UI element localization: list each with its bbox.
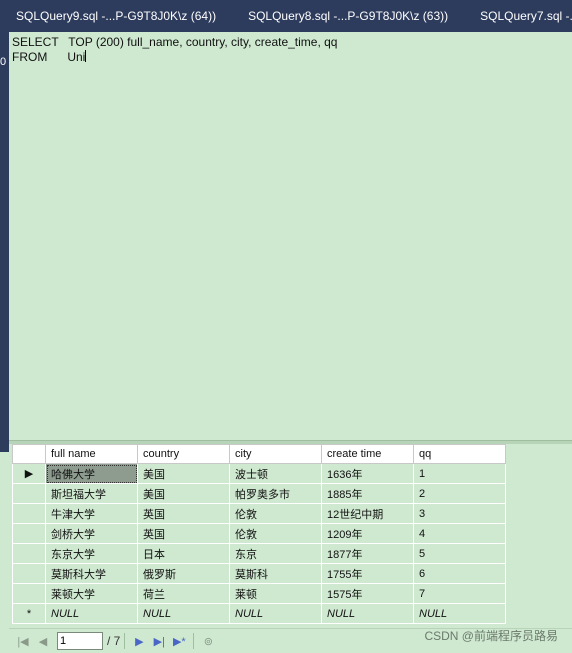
column-header-qq[interactable]: qq (413, 444, 506, 464)
grid-cell[interactable]: 波士顿 (229, 463, 322, 484)
grid-cell[interactable]: 牛津大学 (45, 503, 138, 524)
tab-sqlquery7[interactable]: SQLQuery7.sql -...P-G9 (464, 9, 572, 23)
grid-cell[interactable]: 1209年 (321, 523, 414, 544)
table-row[interactable]: 剑桥大学 英国 伦敦 1209年 4 (12, 523, 506, 544)
text-caret (85, 50, 87, 62)
table-row[interactable]: 莫斯科大学 俄罗斯 莫斯科 1755年 6 (12, 563, 506, 584)
stop-icon[interactable]: ⊚ (198, 635, 218, 648)
new-row[interactable]: * NULL NULL NULL NULL NULL (12, 603, 506, 624)
grid-cell[interactable]: 斯坦福大学 (45, 483, 138, 504)
grid-cell[interactable]: 4 (413, 523, 506, 544)
left-strip-glyph: 0 (0, 56, 7, 68)
row-selector[interactable] (12, 503, 46, 524)
grid-cell[interactable]: 7 (413, 583, 506, 604)
grid-cell[interactable]: 帕罗奥多市 (229, 483, 322, 504)
row-selector[interactable] (12, 583, 46, 604)
grid-cell-null[interactable]: NULL (229, 603, 322, 624)
grid-cell[interactable]: 3 (413, 503, 506, 524)
grid-cell[interactable]: 1877年 (321, 543, 414, 564)
grid-header-row: full name country city create time qq (12, 444, 506, 464)
grid-cell[interactable]: 英国 (137, 503, 230, 524)
previous-record-icon[interactable]: ◀ (33, 635, 53, 648)
results-grid: full name country city create time qq ▶ … (12, 444, 506, 624)
table-row[interactable]: 斯坦福大学 美国 帕罗奥多市 1885年 2 (12, 483, 506, 504)
left-dock-strip: 0 (0, 32, 9, 452)
grid-cell[interactable]: 美国 (137, 463, 230, 484)
tab-sqlquery8[interactable]: SQLQuery8.sql -...P-G9T8J0K\z (63)) (232, 9, 464, 23)
grid-cell[interactable]: 莱顿 (229, 583, 322, 604)
watermark: CSDN @前端程序员路易 (424, 629, 558, 643)
row-selector-current-icon[interactable]: ▶ (12, 463, 46, 484)
grid-cell[interactable]: 12世纪中期 (321, 503, 414, 524)
navigator-divider (124, 633, 126, 649)
column-header-country[interactable]: country (137, 444, 230, 464)
grid-cell[interactable]: 1885年 (321, 483, 414, 504)
grid-cell[interactable]: 1636年 (321, 463, 414, 484)
record-count-label: / 7 (107, 634, 121, 648)
row-selector[interactable] (12, 483, 46, 504)
tab-sqlquery9[interactable]: SQLQuery9.sql -...P-G9T8J0K\z (64)) (0, 9, 232, 23)
table-row[interactable]: 牛津大学 英国 伦敦 12世纪中期 3 (12, 503, 506, 524)
row-selector[interactable] (12, 543, 46, 564)
row-selector[interactable] (12, 523, 46, 544)
first-record-icon[interactable]: |◀ (13, 635, 33, 648)
grid-cell[interactable]: 2 (413, 483, 506, 504)
row-header-corner[interactable] (12, 444, 46, 464)
grid-cell[interactable]: 伦敦 (229, 503, 322, 524)
column-header-create-time[interactable]: create time (321, 444, 414, 464)
grid-cell[interactable]: 莱顿大学 (45, 583, 138, 604)
table-row[interactable]: 东京大学 日本 东京 1877年 5 (12, 543, 506, 564)
grid-cell[interactable]: 莫斯科 (229, 563, 322, 584)
table-row[interactable]: ▶ 哈佛大学 美国 波士顿 1636年 1 (12, 463, 506, 484)
grid-cell[interactable]: 东京大学 (45, 543, 138, 564)
new-row-asterisk-icon[interactable]: * (12, 603, 46, 624)
new-record-icon[interactable]: ▶* (169, 635, 189, 648)
grid-cell[interactable]: 1575年 (321, 583, 414, 604)
grid-cell[interactable]: 莫斯科大学 (45, 563, 138, 584)
grid-cell[interactable]: 6 (413, 563, 506, 584)
grid-cell[interactable]: 1 (413, 463, 506, 484)
grid-cell-null[interactable]: NULL (45, 603, 138, 624)
row-selector[interactable] (12, 563, 46, 584)
sql-line-1[interactable]: SELECT TOP (200) full_name, country, cit… (12, 35, 337, 49)
column-header-full-name[interactable]: full name (45, 444, 138, 464)
grid-cell[interactable]: 俄罗斯 (137, 563, 230, 584)
grid-cell-null[interactable]: NULL (413, 603, 506, 624)
results-pane: full name country city create time qq ▶ … (9, 444, 572, 628)
grid-cell[interactable]: 1755年 (321, 563, 414, 584)
grid-cell-null[interactable]: NULL (321, 603, 414, 624)
sql-line-2[interactable]: FROM Uni (12, 50, 87, 64)
grid-cell-null[interactable]: NULL (137, 603, 230, 624)
document-tab-bar: SQLQuery9.sql -...P-G9T8J0K\z (64)) SQLQ… (0, 0, 572, 32)
sql-line-2-text[interactable]: FROM Uni (12, 50, 85, 64)
navigator-divider (193, 633, 195, 649)
column-header-city[interactable]: city (229, 444, 322, 464)
grid-cell[interactable]: 伦敦 (229, 523, 322, 544)
last-record-icon[interactable]: ▶| (149, 635, 169, 648)
sql-editor[interactable]: SELECT TOP (200) full_name, country, cit… (9, 32, 572, 440)
grid-cell[interactable]: 东京 (229, 543, 322, 564)
table-row[interactable]: 莱顿大学 荷兰 莱顿 1575年 7 (12, 583, 506, 604)
grid-cell[interactable]: 英国 (137, 523, 230, 544)
grid-cell[interactable]: 日本 (137, 543, 230, 564)
next-record-icon[interactable]: ▶ (129, 635, 149, 648)
record-position-input[interactable] (57, 632, 103, 650)
grid-cell[interactable]: 5 (413, 543, 506, 564)
grid-cell[interactable]: 剑桥大学 (45, 523, 138, 544)
grid-cell[interactable]: 哈佛大学 (45, 463, 138, 484)
grid-cell[interactable]: 荷兰 (137, 583, 230, 604)
grid-cell[interactable]: 美国 (137, 483, 230, 504)
